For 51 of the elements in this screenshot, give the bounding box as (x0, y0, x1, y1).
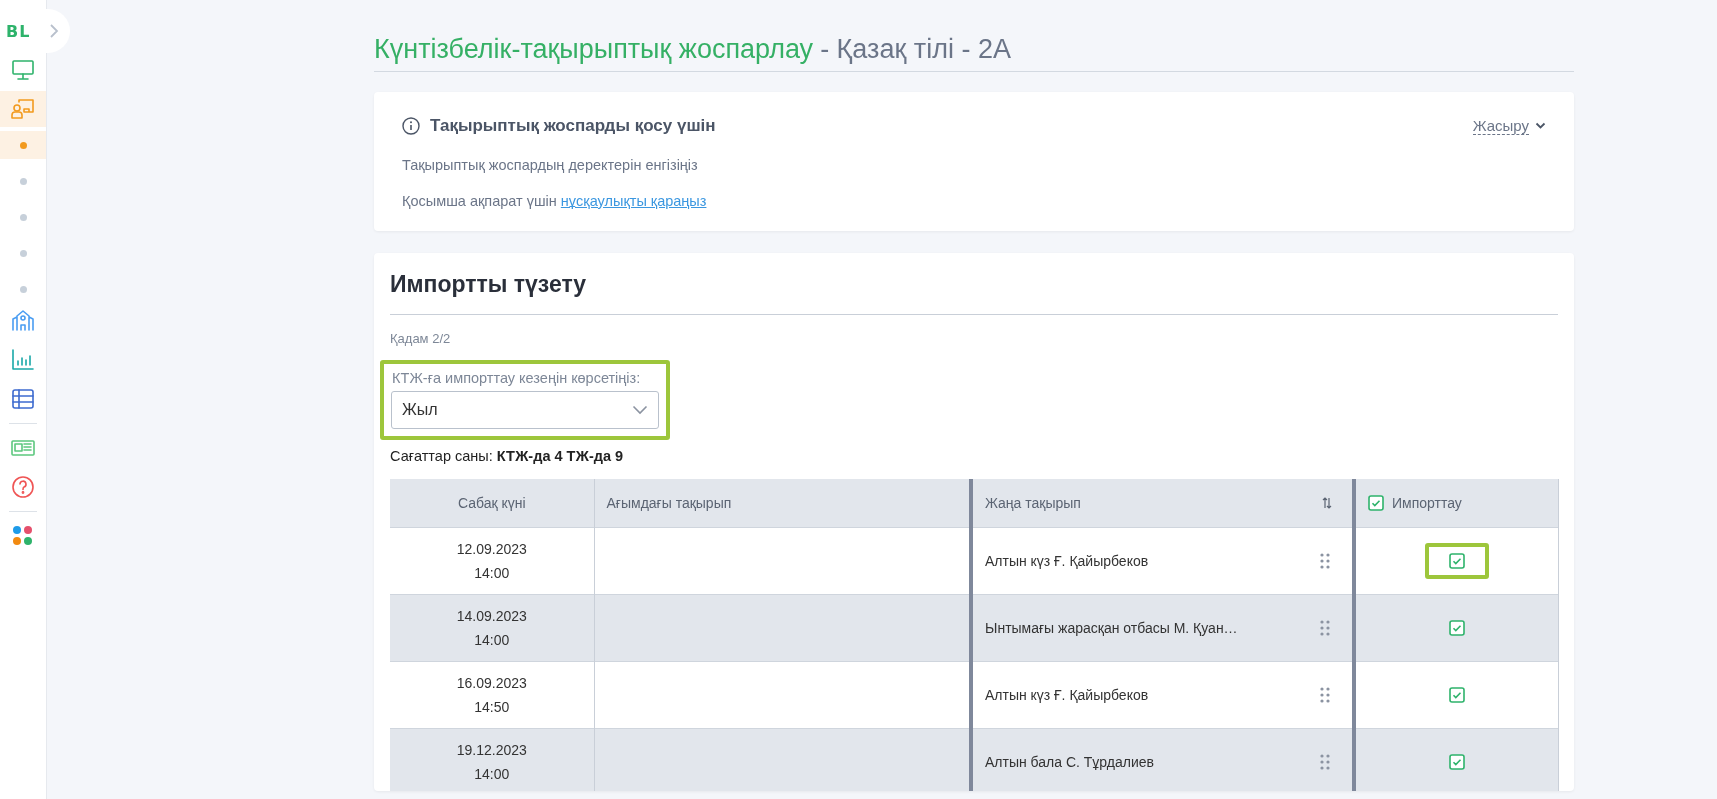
instructions-link[interactable]: нұсқаулықты қараңыз (560, 193, 707, 209)
drag-handle-icon[interactable] (1320, 620, 1330, 636)
lesson-time: 14:00 (473, 765, 511, 784)
import-heading: Импортты түзету (390, 271, 1558, 315)
chevron-down-icon (1535, 122, 1546, 130)
drag-handle-icon[interactable] (1320, 553, 1330, 569)
lesson-date: 16.09.2023 (455, 674, 528, 693)
lesson-time: 14:00 (473, 631, 511, 650)
hide-toggle[interactable]: Жасыру (1472, 117, 1546, 135)
info-heading: Тақырыптық жоспарды қосу үшін (430, 116, 717, 136)
drag-handle-icon[interactable] (1320, 687, 1330, 703)
chevron-right-icon (49, 23, 59, 39)
column-header[interactable]: Жаңа тақырып (985, 495, 1081, 511)
lesson-time: 14:00 (473, 564, 511, 583)
help-icon (10, 474, 36, 500)
info-note: Қосымша ақпарат үшін нұсқаулықты қараңыз (402, 193, 708, 209)
info-text: Тақырыптық жоспардың деректерін енгізіңіз (402, 157, 699, 173)
info-icon (402, 117, 420, 135)
teacher-icon (10, 96, 36, 122)
new-topic: Алтын күз Ғ. Қайырбеков (985, 687, 1149, 703)
drag-handle-icon[interactable] (1320, 754, 1330, 770)
lesson-time: 14:50 (473, 698, 511, 717)
checkbox[interactable] (1448, 620, 1465, 636)
bar-chart-icon (10, 347, 36, 373)
new-topic: Алтын күз Ғ. Қайырбеков (985, 553, 1149, 569)
lesson-date: 19.12.2023 (455, 741, 528, 760)
lesson-date: 14.09.2023 (455, 607, 528, 626)
column-header: Сабақ күні (390, 479, 594, 528)
checkbox[interactable] (1448, 754, 1465, 770)
checkbox[interactable] (1448, 553, 1465, 569)
column-header: Ағымдағы тақырып (594, 479, 971, 528)
page-subtitle: - Қазақ тілі - 2А (820, 34, 1011, 65)
new-topic: Ынтымағы жарасқан отбасы М. Қуан… (985, 620, 1238, 636)
nav-subitem[interactable] (0, 131, 46, 159)
sort-icon[interactable] (1322, 496, 1332, 510)
school-icon (10, 308, 36, 334)
nav-item[interactable] (0, 91, 46, 127)
hours-count: Сағаттар саны: КТЖ-да 4 ТЖ-да 9 (390, 448, 625, 464)
table-icon (10, 386, 36, 412)
logo[interactable]: BL (0, 0, 46, 52)
page-title: Күнтізбелік-тақырыптық жоспарлау (374, 34, 814, 65)
checkbox[interactable] (1368, 495, 1384, 511)
checkbox[interactable] (1448, 687, 1465, 703)
step-indicator: Қадам 2/2 (390, 331, 452, 346)
period-label: КТЖ-ға импорттау кезеңін көрсетіңіз: (392, 370, 642, 386)
period-dropdown[interactable]: Жыл (391, 391, 659, 429)
lesson-date: 12.09.2023 (455, 540, 528, 559)
column-header: Импорттау (1392, 495, 1462, 511)
new-topic: Алтын бала С. Тұрдалиев (985, 754, 1154, 770)
monitor-icon (10, 57, 36, 83)
chevron-down-icon (632, 405, 648, 415)
